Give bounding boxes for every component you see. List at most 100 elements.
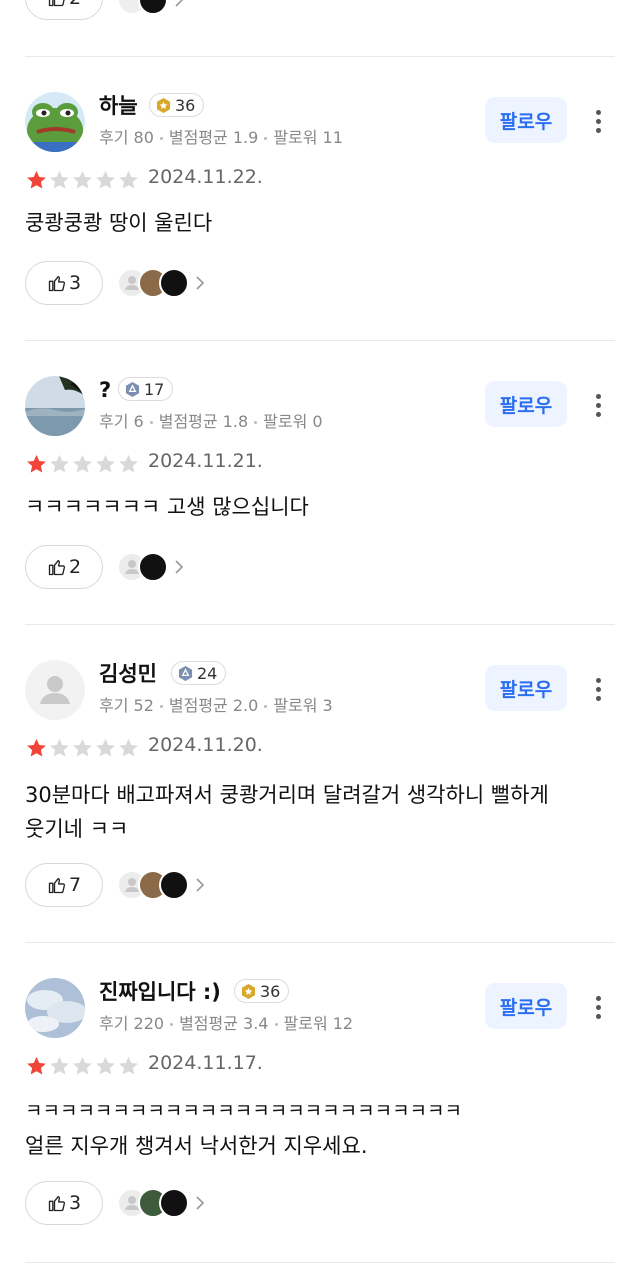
star-empty-icon	[50, 1056, 69, 1075]
rating-average: 별점평균 1.9	[168, 128, 259, 147]
star-rating	[25, 453, 140, 476]
rating-average: 별점평균 1.8	[158, 412, 249, 431]
review-date: 2024.11.21.	[148, 450, 263, 472]
star-empty-icon	[96, 454, 115, 473]
thumbs-up-icon	[48, 560, 65, 576]
star-empty-icon	[96, 738, 115, 757]
star-empty-icon	[50, 738, 69, 757]
divider	[25, 340, 615, 341]
review-date: 2024.11.17.	[148, 1052, 263, 1074]
review-text-line: 쿵쾅쿵쾅 땅이 울린다	[25, 211, 213, 235]
star-empty-icon	[73, 170, 92, 189]
star-empty-icon	[50, 454, 69, 473]
review-text-line: 웃기네 ㅋㅋ	[25, 817, 129, 841]
follow-button[interactable]: 팔로우	[485, 665, 567, 711]
like-button[interactable]: 2	[25, 545, 103, 589]
review-text-line: ㅋㅋㅋㅋㅋㅋㅋㅋㅋㅋㅋㅋㅋㅋㅋㅋㅋㅋㅋㅋㅋㅋㅋㅋㅋ	[25, 1100, 463, 1122]
star-filled-icon	[27, 1056, 46, 1075]
reviewer-meta: 후기 6 별점평균 1.8 팔로워 0	[99, 408, 323, 432]
review-date: 2024.11.22.	[148, 166, 263, 188]
star-rating	[25, 1055, 140, 1078]
more-options-icon[interactable]	[588, 678, 608, 706]
rating-average: 별점평균 2.0	[168, 696, 259, 715]
thumbs-up-icon	[48, 276, 65, 292]
review-count: 후기 52	[99, 696, 154, 715]
level-number: 24	[197, 663, 218, 683]
level-number: 36	[260, 981, 281, 1001]
review-count: 후기 6	[99, 412, 144, 431]
review-text-line: 30분마다 배고파져서 쿵쾅거리며 달려갈거 생각하니 뻘하게	[25, 783, 549, 807]
level-badge: 24	[171, 661, 227, 685]
level-badge: 17	[118, 377, 174, 401]
reviewer-meta: 후기 220 별점평균 3.4 팔로워 12	[99, 1010, 353, 1034]
chevron-right-icon	[196, 1196, 205, 1210]
thumbs-up-icon	[48, 0, 65, 7]
star-rating	[25, 737, 140, 760]
more-options-icon[interactable]	[588, 996, 608, 1024]
star-filled-icon	[27, 454, 46, 473]
rating-average: 별점평균 3.4	[179, 1014, 269, 1033]
star-filled-icon	[27, 170, 46, 189]
like-button[interactable]: 3	[25, 261, 103, 305]
level-badge: 36	[149, 93, 205, 117]
frog-avatar-icon[interactable]	[25, 92, 85, 152]
like-count: 7	[68, 874, 82, 896]
thumbs-up-icon	[48, 1196, 65, 1212]
follow-button[interactable]: 팔로우	[485, 97, 567, 143]
like-count: 2	[68, 556, 82, 578]
likers-stack[interactable]	[117, 268, 207, 298]
divider	[25, 56, 615, 57]
review-text-line: ㅋㅋㅋㅋㅋㅋㅋ 고생 많으십니다	[25, 495, 309, 519]
like-button[interactable]: 3	[25, 1181, 103, 1225]
gold-level-icon	[241, 983, 256, 999]
reviewer-meta: 후기 80 별점평균 1.9 팔로워 11	[99, 124, 343, 148]
more-options-icon[interactable]	[588, 394, 608, 422]
gold-level-icon	[156, 97, 171, 113]
reviewer-meta: 후기 52 별점평균 2.0 팔로워 3	[99, 692, 333, 716]
reviewer-name[interactable]: 하늘	[99, 92, 138, 120]
likers-stack[interactable]	[117, 552, 186, 582]
likers-stack[interactable]	[117, 0, 186, 15]
divider	[25, 942, 615, 943]
star-empty-icon	[119, 1056, 138, 1075]
star-empty-icon	[96, 1056, 115, 1075]
star-empty-icon	[50, 170, 69, 189]
liker-avatar	[159, 268, 189, 298]
star-rating	[25, 169, 140, 192]
previous-review-fragment: 2	[0, 0, 640, 56]
level-badge: 36	[234, 979, 290, 1003]
follower-count: 팔로워 0	[263, 412, 323, 431]
follower-count: 팔로워 11	[273, 128, 343, 147]
star-filled-icon	[27, 738, 46, 757]
follower-count: 팔로워 3	[273, 696, 333, 715]
reviewer-name[interactable]: 김성민	[99, 660, 157, 688]
like-button[interactable]: 7	[25, 863, 103, 907]
reviewer-name[interactable]: 진짜입니다 :)	[99, 978, 221, 1006]
level-number: 17	[144, 379, 165, 399]
liker-avatar	[138, 0, 168, 15]
default-user-icon[interactable]	[25, 660, 85, 720]
seaside-avatar-icon[interactable]	[25, 376, 85, 436]
sky-avatar-icon[interactable]	[25, 978, 85, 1038]
chevron-right-icon	[196, 276, 205, 290]
silver-level-icon	[178, 665, 193, 681]
liker-avatar	[159, 1188, 189, 1218]
chevron-right-icon	[196, 878, 205, 892]
follow-button[interactable]: 팔로우	[485, 381, 567, 427]
star-empty-icon	[73, 454, 92, 473]
review-count: 후기 220	[99, 1014, 165, 1033]
review-count: 후기 80	[99, 128, 154, 147]
level-number: 36	[175, 95, 196, 115]
reviewer-name[interactable]: ?	[99, 376, 111, 404]
star-empty-icon	[119, 170, 138, 189]
more-options-icon[interactable]	[588, 110, 608, 138]
like-button[interactable]: 2	[25, 0, 103, 20]
like-count: 2	[69, 0, 81, 9]
likers-stack[interactable]	[117, 1188, 207, 1218]
divider	[25, 1262, 615, 1263]
likers-stack[interactable]	[117, 870, 207, 900]
star-empty-icon	[96, 170, 115, 189]
review-date: 2024.11.20.	[148, 734, 263, 756]
follow-button[interactable]: 팔로우	[485, 983, 567, 1029]
like-count: 3	[68, 1192, 82, 1214]
